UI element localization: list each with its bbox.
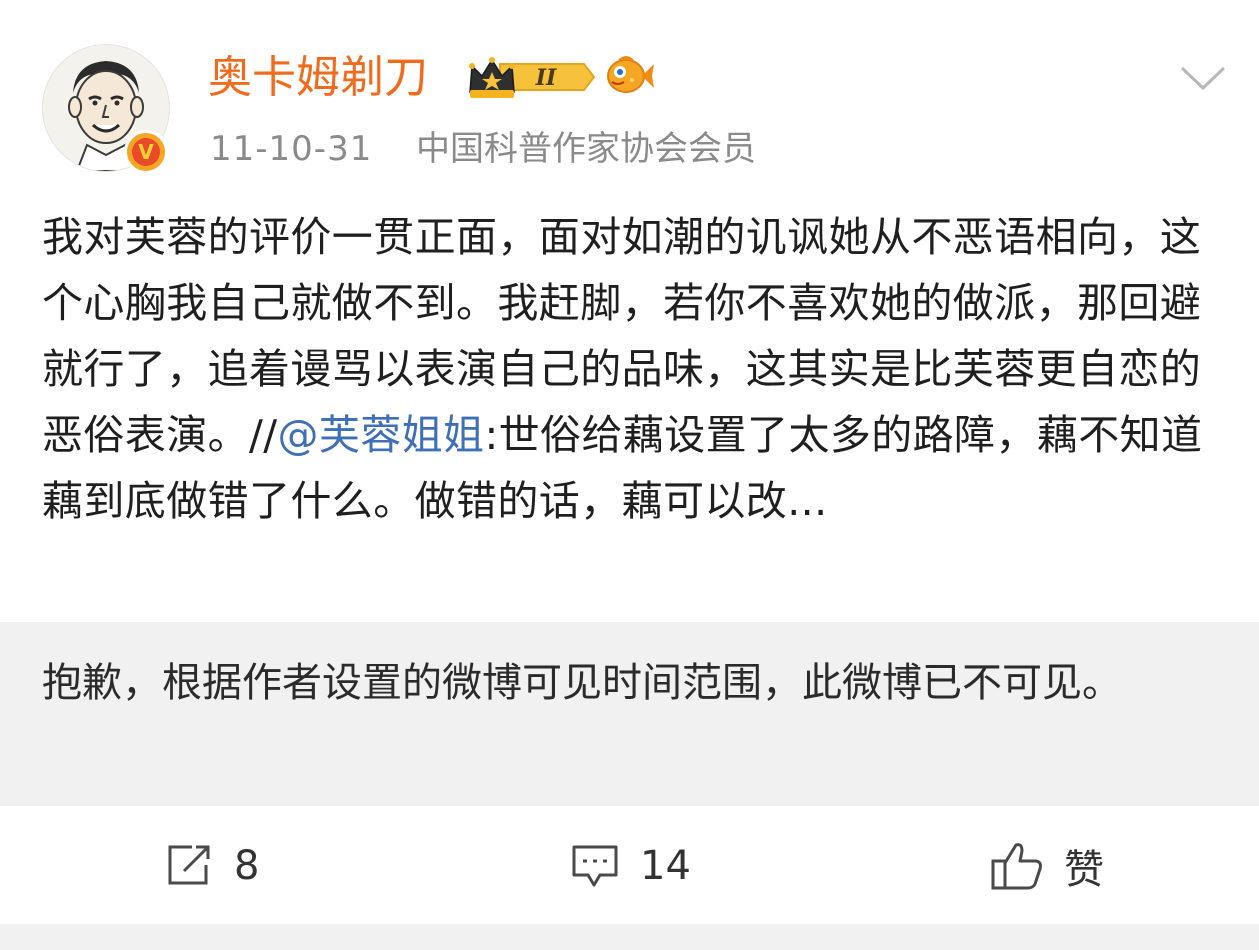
fish-badge-icon[interactable]	[604, 52, 656, 98]
retweet-unavailable-text: 抱歉，根据作者设置的微博可见时间范围，此微博已不可见。	[42, 660, 1122, 706]
post-header: V 奥卡姆剃刀 II 11-10-31 中国科普作家协会会员	[0, 0, 1259, 190]
thumbs-up-icon	[991, 843, 1042, 890]
mention-link[interactable]: @芙蓉姐姐	[277, 411, 484, 459]
repost-count: 8	[234, 843, 260, 889]
chevron-down-icon[interactable]	[1178, 62, 1228, 92]
comment-count: 14	[640, 843, 691, 889]
crown-badge-text: II	[535, 65, 557, 91]
repost-button[interactable]: 8	[164, 836, 259, 896]
verified-v-icon: V	[132, 138, 160, 166]
post-content: 我对芙蓉的评价一贯正面，面对如潮的讥讽她从不恶语相向，这个心胸我自己就做不到。我…	[42, 204, 1222, 534]
share-icon	[168, 845, 210, 885]
bottom-separator	[0, 924, 1259, 950]
verified-badge: V	[124, 130, 168, 174]
retweet-unavailable-box[interactable]: 抱歉，根据作者设置的微博可见时间范围，此微博已不可见。	[0, 622, 1259, 806]
post-timestamp: 11-10-31	[210, 129, 373, 169]
username[interactable]: 奥卡姆剃刀	[208, 48, 428, 108]
user-description: 中国科普作家协会会员	[416, 129, 756, 169]
crown-badge-icon[interactable]: II	[466, 52, 596, 102]
weibo-post-card: V 奥卡姆剃刀 II 11-10-31 中国科普作家协会会员 我对芙蓉的评价一贯…	[0, 0, 1259, 950]
action-bar: 8 14 赞	[0, 806, 1259, 924]
like-button[interactable]: 赞	[990, 836, 1104, 896]
comment-button[interactable]: 14	[570, 836, 691, 896]
comment-icon	[572, 845, 618, 887]
like-label: 赞	[1064, 847, 1104, 893]
